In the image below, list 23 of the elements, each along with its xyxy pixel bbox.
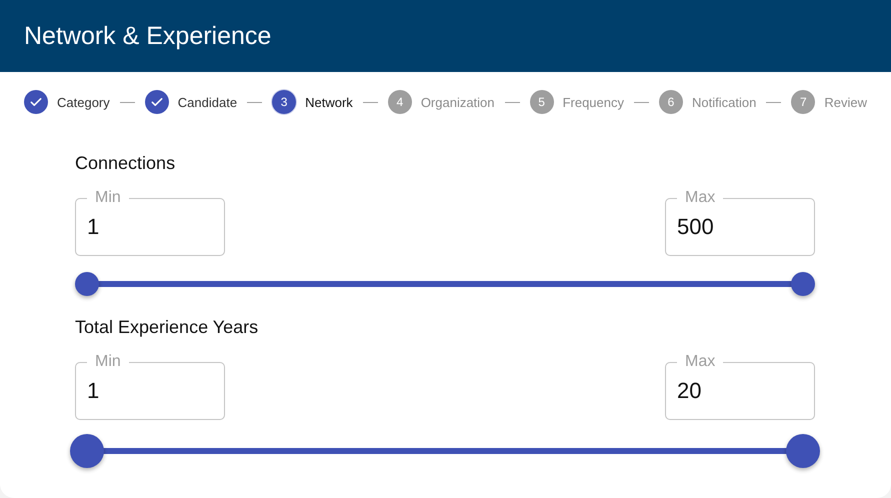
check-icon — [29, 95, 43, 109]
section-title: Total Experience Years — [75, 317, 260, 338]
section-title: Connections — [75, 153, 176, 174]
number-field[interactable]: Max 20 — [665, 352, 815, 420]
step-label[interactable]: Network — [305, 94, 353, 110]
step-indicator: 6 — [659, 90, 684, 114]
check-icon — [150, 95, 164, 109]
range-slider[interactable] — [75, 271, 815, 297]
slider-thumb[interactable] — [70, 434, 104, 468]
slider-thumb[interactable] — [791, 272, 815, 296]
step-label[interactable]: Category — [57, 94, 110, 110]
step-indicator: 7 — [791, 90, 816, 114]
step-indicator: 3 — [272, 90, 296, 114]
page-title: Network & Experience — [24, 22, 272, 50]
slider-thumb[interactable] — [75, 272, 99, 296]
slider-thumb[interactable] — [786, 434, 820, 468]
range-slider[interactable] — [70, 433, 820, 469]
step-indicator: 4 — [388, 90, 412, 114]
number-field[interactable]: Max 500 — [665, 188, 815, 256]
step-indicator: 5 — [530, 90, 554, 114]
number-field[interactable]: Min 1 — [75, 352, 225, 420]
number-field[interactable]: Min 1 — [75, 188, 225, 256]
step-label[interactable]: Candidate — [178, 94, 238, 110]
